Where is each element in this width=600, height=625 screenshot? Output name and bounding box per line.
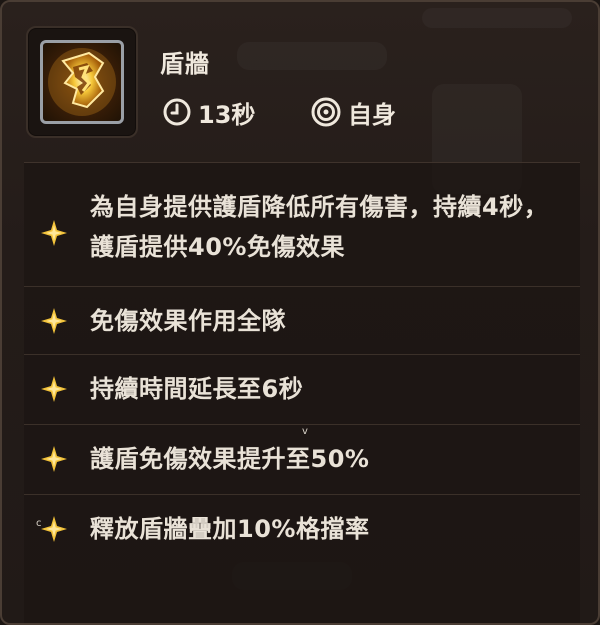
- skill-icon-frame: [26, 26, 138, 138]
- golden-shield-wall-icon: [40, 40, 124, 124]
- effect-item: 釋放盾牆疊加10%格擋率: [24, 495, 580, 565]
- four-point-star-icon: [41, 446, 67, 472]
- skill-name: 盾牆: [160, 50, 210, 78]
- stray-glyph: c: [36, 518, 42, 529]
- clock-icon: [163, 98, 191, 126]
- effect-item: 持續時間延長至6秒: [24, 355, 580, 425]
- skill-tooltip: 盾牆 13秒 自身 為自身提供護盾降低所有傷害，持續4秒，護盾提供40%免傷效果: [0, 0, 600, 625]
- target-icon: [311, 97, 341, 127]
- four-point-star-icon: [41, 220, 67, 246]
- four-point-star-icon: [41, 516, 67, 542]
- effect-item: 為自身提供護盾降低所有傷害，持續4秒，護盾提供40%免傷效果: [24, 163, 580, 287]
- cooldown-value: 13秒: [198, 100, 256, 129]
- effect-text: 釋放盾牆疊加10%格擋率: [90, 515, 370, 543]
- four-point-star-icon: [41, 376, 67, 402]
- stray-glyph: v: [302, 426, 308, 437]
- effect-item: 免傷效果作用全隊: [24, 287, 580, 355]
- effect-text: 持續時間延長至6秒: [90, 375, 304, 403]
- four-point-star-icon: [41, 308, 67, 334]
- target-stat: 自身: [310, 95, 396, 129]
- effect-text: 免傷效果作用全隊: [90, 307, 286, 335]
- target-value: 自身: [348, 100, 396, 129]
- effects-list: 為自身提供護盾降低所有傷害，持續4秒，護盾提供40%免傷效果 免傷效果作用全隊 …: [24, 162, 580, 623]
- cooldown-stat: 13秒: [162, 95, 255, 129]
- effect-text: 為自身提供護盾降低所有傷害，持續4秒，護盾提供40%免傷效果: [90, 193, 549, 261]
- skill-header: 盾牆 13秒 自身: [2, 2, 598, 162]
- effect-text: 護盾免傷效果提升至50%: [90, 445, 370, 473]
